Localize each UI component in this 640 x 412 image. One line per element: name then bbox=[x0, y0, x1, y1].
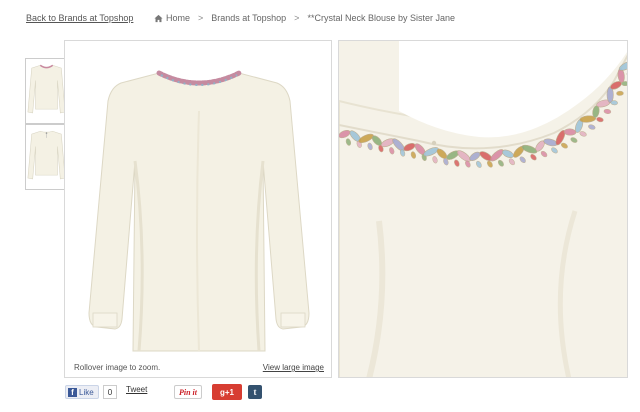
breadcrumb-separator: > bbox=[294, 13, 300, 23]
breadcrumb-current-product: **Crystal Neck Blouse by Sister Jane bbox=[307, 13, 455, 23]
back-to-brands-link[interactable]: Back to Brands at Topshop bbox=[26, 13, 133, 23]
pinterest-label: Pin it bbox=[179, 387, 198, 397]
social-share-bar: f Like 0 Tweet Pin it g+1 t bbox=[65, 383, 295, 401]
home-icon bbox=[154, 14, 163, 22]
jewel-gem bbox=[616, 90, 624, 96]
jewel-gem bbox=[563, 128, 577, 136]
product-image-blouse[interactable] bbox=[87, 51, 312, 369]
jewel-gem bbox=[626, 71, 627, 77]
facebook-like-label: Like bbox=[79, 387, 94, 397]
top-navigation: Back to Brands at Topshop Home > Brands … bbox=[26, 13, 626, 25]
tumblr-share-button[interactable]: t bbox=[248, 385, 262, 399]
breadcrumb-home[interactable]: Home bbox=[166, 13, 190, 23]
google-plus-one-button[interactable]: g+1 bbox=[212, 384, 242, 400]
view-large-image-link[interactable]: View large image bbox=[263, 363, 324, 372]
pinterest-pin-it-button[interactable]: Pin it bbox=[174, 385, 203, 399]
facebook-icon: f bbox=[68, 387, 77, 397]
rollover-zoom-hint: Rollover image to zoom. bbox=[74, 363, 161, 372]
main-product-image-panel: Rollover image to zoom. View large image bbox=[64, 40, 332, 378]
thumbnail-front-view[interactable] bbox=[25, 58, 68, 124]
breadcrumb: Home > Brands at Topshop > **Crystal Nec… bbox=[154, 13, 455, 23]
zoomed-neckline-image bbox=[339, 41, 627, 377]
breadcrumb-brands[interactable]: Brands at Topshop bbox=[211, 13, 286, 23]
jewel-gem bbox=[610, 100, 618, 106]
thumbnail-back-view[interactable] bbox=[25, 124, 68, 190]
zoomed-product-detail bbox=[338, 40, 628, 378]
facebook-like-count: 0 bbox=[103, 385, 117, 399]
breadcrumb-separator: > bbox=[198, 13, 204, 23]
jewel-gem bbox=[621, 81, 627, 87]
tweet-link[interactable]: Tweet bbox=[126, 385, 147, 394]
tumblr-icon: t bbox=[253, 387, 257, 397]
facebook-like-button[interactable]: f Like bbox=[65, 385, 99, 399]
google-plus-label: g+1 bbox=[219, 387, 234, 397]
